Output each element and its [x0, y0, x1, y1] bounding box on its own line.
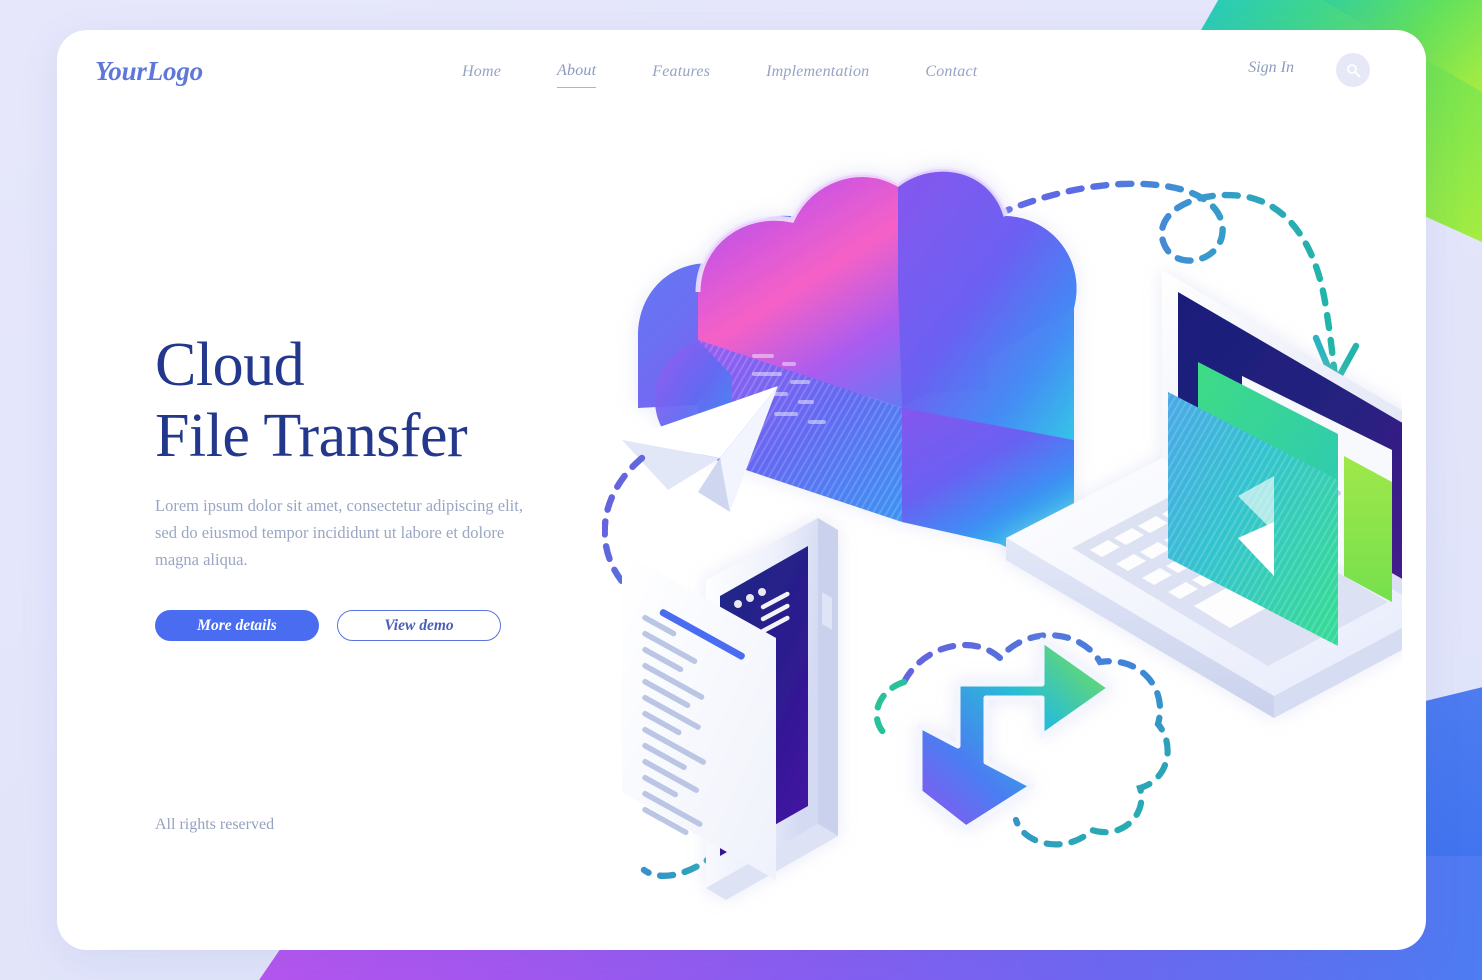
rights-text: All rights reserved	[155, 816, 275, 833]
search-icon	[1346, 63, 1360, 77]
hero-subtitle: Lorem ipsum dolor sit amet, consectetur …	[155, 496, 523, 570]
more-details-button[interactable]: More details	[155, 610, 319, 642]
nav-item-features[interactable]: Features	[652, 59, 710, 88]
page-title-line-2: File Transfer	[155, 401, 468, 470]
search-button[interactable]	[1336, 53, 1370, 87]
nav-item-about[interactable]: About	[557, 58, 597, 88]
landing-card: YourLogo Home About Features Implementat…	[57, 30, 1426, 950]
nav-item-implementation[interactable]: Implementation	[766, 59, 869, 88]
nav-item-home[interactable]: Home	[462, 59, 501, 88]
site-header: YourLogo Home About Features Implementat…	[57, 30, 1426, 142]
view-demo-button[interactable]: View demo	[337, 610, 501, 642]
nav-item-contact[interactable]: Contact	[925, 59, 977, 88]
hero-illustration	[602, 140, 1402, 950]
transfer-arrows	[917, 637, 1113, 831]
page-title-line-1: Cloud	[155, 331, 305, 399]
main-navigation: Home About Features Implementation Conta…	[462, 58, 977, 88]
page-title: Cloud File Transfer	[155, 330, 625, 471]
logo[interactable]: YourLogo	[95, 56, 203, 87]
hero-button-group: More details View demo	[155, 610, 625, 642]
sign-in-link[interactable]: Sign In	[1248, 59, 1294, 77]
hero-section: Cloud File Transfer Lorem ipsum dolor si…	[155, 330, 625, 642]
